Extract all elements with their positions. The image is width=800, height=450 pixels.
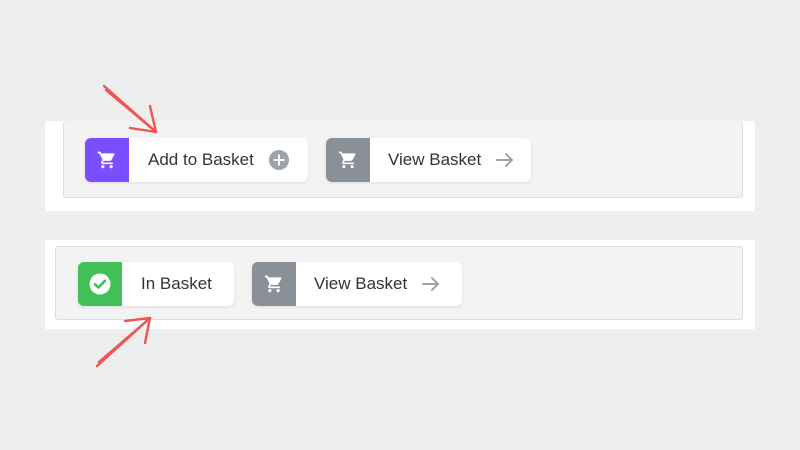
arrow-right-icon bbox=[495, 151, 515, 169]
cart-icon bbox=[338, 151, 356, 169]
plus-circle-icon bbox=[268, 149, 290, 171]
view-basket-button[interactable]: View Basket bbox=[252, 262, 462, 306]
in-basket-label: In Basket bbox=[141, 274, 212, 293]
check-circle-icon bbox=[89, 273, 111, 295]
view-basket-label: View Basket bbox=[314, 274, 408, 293]
view-basket-label: View Basket bbox=[388, 150, 482, 169]
add-to-basket-button[interactable]: Add to Basket bbox=[85, 138, 308, 182]
cart-icon-box bbox=[252, 262, 296, 306]
cart-icon-box bbox=[85, 138, 129, 182]
check-icon-box bbox=[78, 262, 122, 306]
bottom-button-group: In Basket View Basket bbox=[55, 246, 743, 320]
in-basket-button[interactable]: In Basket bbox=[78, 262, 234, 306]
cart-icon bbox=[264, 275, 282, 293]
bottom-panel: In Basket View Basket bbox=[45, 240, 755, 329]
arrow-right-icon bbox=[421, 275, 441, 293]
cart-icon-box bbox=[326, 138, 370, 182]
annotation-arrows bbox=[95, 84, 158, 368]
view-basket-button[interactable]: View Basket bbox=[326, 138, 531, 182]
top-button-group: Add to Basket View Basket bbox=[63, 121, 743, 198]
cart-icon bbox=[97, 151, 115, 169]
add-to-basket-label: Add to Basket bbox=[148, 150, 254, 169]
top-panel: Add to Basket View Basket bbox=[45, 121, 755, 211]
